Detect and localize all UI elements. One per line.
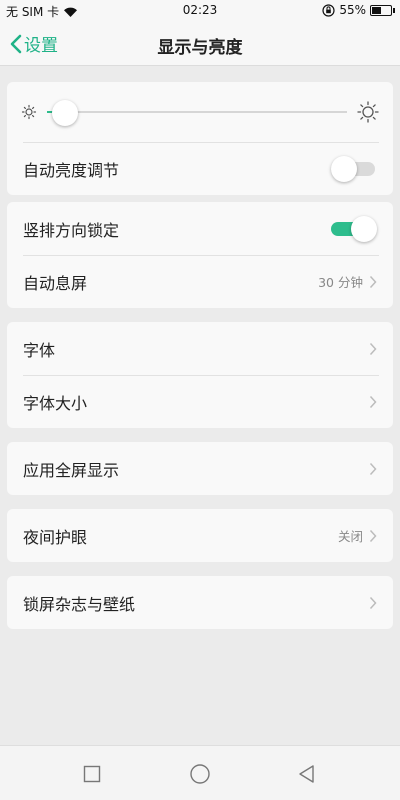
auto-brightness-row[interactable]: 自动亮度调节: [7, 142, 393, 195]
font-size-label: 字体大小: [23, 393, 88, 413]
back-icon[interactable]: [296, 763, 318, 785]
toggle-knob: [331, 155, 357, 182]
brightness-low-icon: [21, 104, 37, 120]
chevron-right-icon: [369, 395, 377, 408]
orientation-lock-label: 竖排方向锁定: [23, 220, 120, 240]
brightness-slider-row: [7, 82, 393, 142]
system-nav-bar: [0, 745, 400, 800]
brightness-slider[interactable]: [47, 97, 347, 127]
page-title: 显示与亮度: [157, 38, 243, 58]
chevron-right-icon: [369, 462, 377, 475]
orientation-sleep-card: 竖排方向锁定 自动息屏 30 分钟: [7, 202, 393, 308]
home-icon[interactable]: [189, 763, 211, 785]
auto-sleep-label: 自动息屏: [23, 273, 88, 293]
auto-sleep-value: 30 分钟: [318, 275, 363, 290]
status-right: 55%: [322, 3, 395, 17]
font-card: 字体 字体大小: [7, 322, 393, 428]
night-mode-label: 夜间护眼: [23, 527, 88, 547]
battery-percent: 55%: [339, 3, 366, 17]
chevron-right-icon: [369, 529, 377, 542]
night-mode-card: 夜间护眼 关闭: [7, 509, 393, 562]
fullscreen-card: 应用全屏显示: [7, 442, 393, 495]
auto-brightness-toggle[interactable]: [331, 155, 377, 182]
rotation-lock-icon: [322, 3, 335, 17]
fullscreen-row[interactable]: 应用全屏显示: [7, 442, 393, 495]
chevron-right-icon: [369, 275, 377, 288]
battery-icon: [370, 4, 395, 16]
lockscreen-label: 锁屏杂志与壁纸: [23, 594, 136, 614]
font-row[interactable]: 字体: [7, 322, 393, 375]
orientation-lock-row[interactable]: 竖排方向锁定: [7, 202, 393, 255]
night-mode-value: 关闭: [337, 529, 363, 544]
chevron-right-icon: [369, 596, 377, 609]
lockscreen-row[interactable]: 锁屏杂志与壁纸: [7, 576, 393, 629]
lockscreen-card: 锁屏杂志与壁纸: [7, 576, 393, 629]
font-label: 字体: [23, 340, 56, 360]
fullscreen-label: 应用全屏显示: [23, 460, 120, 480]
orientation-lock-toggle[interactable]: [331, 215, 377, 242]
brightness-slider-knob[interactable]: [52, 100, 78, 126]
auto-sleep-row[interactable]: 自动息屏 30 分钟: [7, 255, 393, 308]
status-bar: 无 SIM 卡 02:23 55%: [0, 0, 400, 22]
brightness-card: 自动亮度调节: [7, 82, 393, 195]
brightness-slider-track: [47, 111, 347, 113]
recent-apps-icon[interactable]: [81, 763, 103, 785]
battery-level-fill: [372, 6, 381, 14]
auto-brightness-label: 自动亮度调节: [23, 160, 120, 180]
chevron-right-icon: [369, 342, 377, 355]
brightness-high-icon: [357, 101, 379, 123]
nav-bar: 设置 显示与亮度: [0, 22, 400, 66]
night-mode-row[interactable]: 夜间护眼 关闭: [7, 509, 393, 562]
toggle-knob: [351, 215, 377, 242]
font-size-row[interactable]: 字体大小: [7, 375, 393, 428]
